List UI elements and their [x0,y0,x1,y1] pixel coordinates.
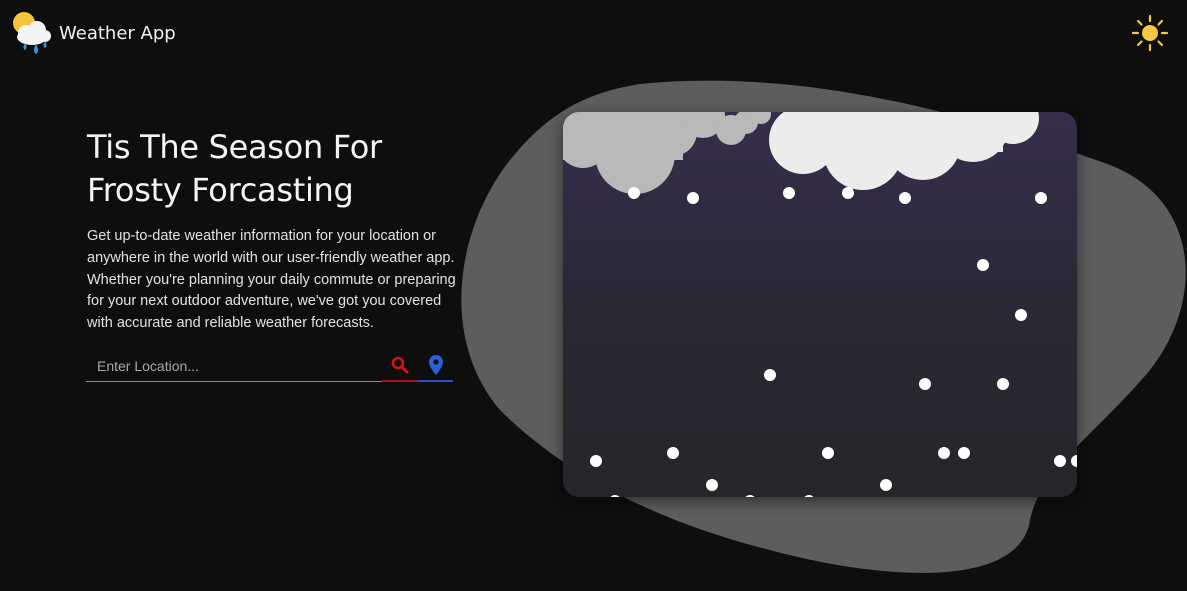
snowflake-icon [1071,455,1077,467]
app-title: Weather App [59,22,176,44]
location-search-bar [86,350,453,384]
app-brand[interactable]: Weather App [10,10,176,56]
search-button[interactable] [382,350,418,382]
snowflake-icon [706,479,718,491]
snowflake-icon [590,455,602,467]
snowflakes [590,187,1077,497]
snowflake-icon [1054,455,1066,467]
snowflake-icon [899,192,911,204]
cloud-sun-rain-icon [13,12,51,54]
snowflake-icon [764,369,776,381]
cloud-icon [769,112,1039,190]
snowflake-icon [804,495,814,497]
snowflake-icon [1015,309,1027,321]
snowflake-icon [610,495,620,497]
hero-title-line-1: Tis The Season For [87,128,382,166]
snowflake-icon [977,259,989,271]
hero-title-line-2: Frosty Forcasting [87,171,354,209]
location-input[interactable] [86,350,382,382]
snowflake-icon [1035,192,1047,204]
snowflake-icon [667,447,679,459]
hero-title: Tis The Season For Frosty Forcasting [87,126,467,212]
sun-icon [1131,14,1169,52]
snowflake-icon [919,378,931,390]
snowflake-icon [842,187,854,199]
snowflake-icon [687,192,699,204]
snowflake-icon [958,447,970,459]
search-icon [391,356,409,374]
snowflake-icon [997,378,1009,390]
weather-illustration [563,112,1077,497]
snowflake-icon [628,187,640,199]
location-pin-icon [428,355,443,375]
snowflake-icon [880,479,892,491]
snowflake-icon [822,447,834,459]
page: Weather App Tis The Season For Frosty Fo… [0,0,1187,591]
snow-scene [563,112,1077,497]
hero-description: Get up-to-date weather information for y… [87,228,456,332]
theme-toggle-button[interactable] [1131,14,1169,52]
snowflake-icon [745,495,755,497]
snowflake-icon [938,447,950,459]
current-location-button[interactable] [418,350,453,382]
cloud-icon [563,112,771,194]
snowflake-icon [783,187,795,199]
